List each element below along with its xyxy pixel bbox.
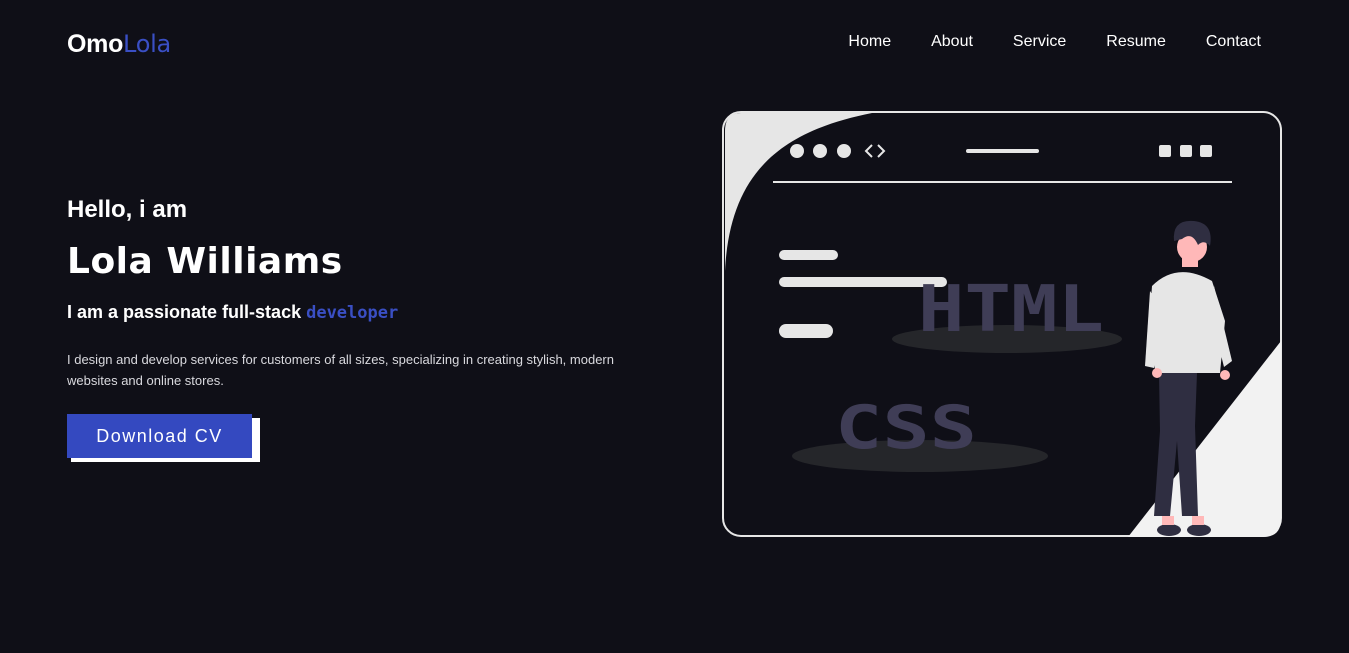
placeholder-line: [779, 324, 833, 338]
browser-dots-icon: [790, 144, 851, 158]
hero-name: Lola Williams: [67, 241, 343, 282]
hero-tagline-accent: developer: [306, 303, 399, 323]
nav-home-link[interactable]: Home: [848, 33, 891, 51]
css-label: CSS: [835, 393, 977, 463]
nav-service-link[interactable]: Service: [1013, 33, 1066, 51]
logo-text-accent: Lola: [123, 30, 171, 58]
download-cv-button[interactable]: Download CV: [67, 414, 252, 458]
hero-greeting: Hello, i am: [67, 196, 188, 223]
logo[interactable]: OmoLola: [67, 30, 171, 59]
logo-text-primary: Omo: [67, 30, 124, 58]
nav-about-link[interactable]: About: [931, 33, 973, 51]
hero-description: I design and develop services for custom…: [67, 352, 614, 388]
developer-illustration: HTML CSS: [722, 111, 1282, 537]
hero-tagline: I am a passionate full-stack developer: [67, 302, 398, 323]
window-controls-icon: [1159, 145, 1212, 157]
nav-resume-link[interactable]: Resume: [1106, 33, 1166, 51]
address-bar-shape: [966, 149, 1039, 153]
page: OmoLola Home About Service Resume Contac…: [0, 0, 1349, 653]
nav-contact-link[interactable]: Contact: [1206, 33, 1261, 51]
hero-tagline-text: I am a passionate full-stack: [67, 302, 307, 322]
main-nav: Home About Service Resume Contact: [848, 33, 1261, 51]
download-cv-wrapper: Download CV: [67, 414, 260, 462]
placeholder-line: [779, 250, 838, 260]
html-label: HTML: [918, 273, 1104, 347]
